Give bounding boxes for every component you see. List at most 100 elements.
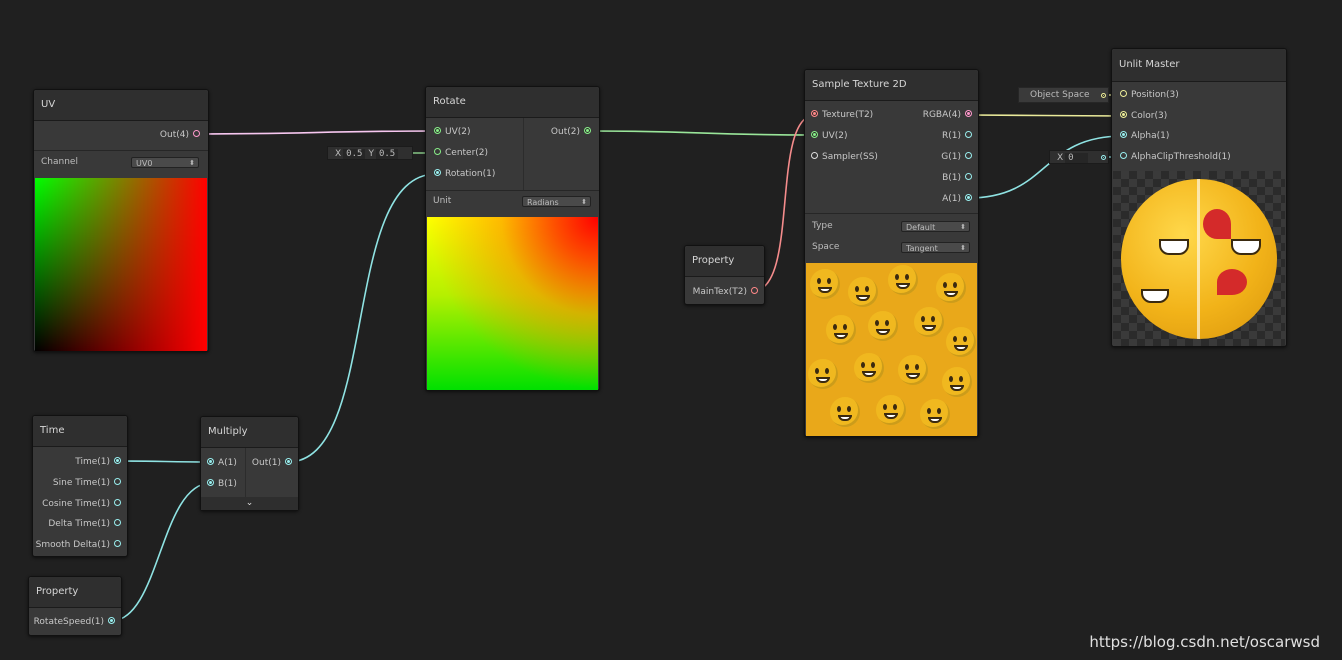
center-y-value[interactable]: 0.5 bbox=[375, 149, 399, 159]
updown-arrow-icon: ⬍ bbox=[581, 198, 587, 206]
multiply-node-title: Multiply bbox=[201, 417, 298, 448]
alpha-clip-threshold-field[interactable]: X0 bbox=[1049, 150, 1109, 164]
port-dot-icon[interactable] bbox=[207, 458, 214, 465]
rotatespeed-out-port[interactable]: RotateSpeed(1) bbox=[34, 612, 119, 632]
port-dot-icon[interactable] bbox=[285, 458, 292, 465]
unlit-master-node[interactable]: Unlit Master Position(3) Color(3) Alpha(… bbox=[1111, 48, 1287, 347]
wire-uv-to-rotate bbox=[197, 130, 437, 135]
master-alphaclip-port[interactable]: AlphaClipThreshold(1) bbox=[1116, 147, 1231, 167]
position-space-field[interactable]: Object Space bbox=[1018, 87, 1109, 103]
sample-r-port[interactable]: R(1) bbox=[942, 126, 976, 146]
time-node[interactable]: Time Time(1) Sine Time(1) Cosine Time(1)… bbox=[32, 415, 128, 557]
master-preview bbox=[1113, 171, 1285, 346]
wire-multiply-to-rotation bbox=[287, 173, 437, 463]
sample-uv-port[interactable]: UV(2) bbox=[807, 126, 848, 146]
port-dot-icon[interactable] bbox=[965, 152, 972, 159]
port-dot-icon[interactable] bbox=[811, 152, 818, 159]
sample-texture-2d-node[interactable]: Sample Texture 2D Texture(T2) UV(2) Samp… bbox=[804, 69, 979, 437]
master-color-port[interactable]: Color(3) bbox=[1116, 106, 1167, 126]
sample-type-label: Type bbox=[812, 221, 833, 231]
port-dot-icon[interactable] bbox=[751, 287, 758, 294]
uv-node[interactable]: UV Out(4) Channel UV0 ⬍ bbox=[33, 89, 209, 352]
sample-sampler-port[interactable]: Sampler(SS) bbox=[807, 147, 878, 167]
port-dot-icon[interactable] bbox=[811, 131, 818, 138]
sample-rgba-port[interactable]: RGBA(4) bbox=[923, 105, 976, 125]
wire-a-to-alpha bbox=[967, 135, 1124, 199]
property-rotatespeed-node[interactable]: Property RotateSpeed(1) bbox=[28, 576, 122, 636]
rotate-unit-label: Unit bbox=[433, 196, 452, 206]
time-out-delta[interactable]: Delta Time(1) bbox=[48, 514, 125, 534]
port-dot-icon[interactable] bbox=[1120, 111, 1127, 118]
rotate-center-field[interactable]: X 0.5 Y 0.5 bbox=[327, 146, 413, 160]
sample-a-port[interactable]: A(1) bbox=[942, 189, 976, 209]
multiply-b-port[interactable]: B(1) bbox=[203, 474, 237, 494]
center-x-value[interactable]: 0.5 bbox=[343, 149, 366, 159]
rotate-node[interactable]: Rotate UV(2) Center(2) Rotation(1) Out(2… bbox=[425, 86, 600, 391]
property-node-title: Property bbox=[29, 577, 121, 608]
port-dot-icon[interactable] bbox=[114, 457, 121, 464]
alpha-clip-value[interactable]: 0 bbox=[1065, 153, 1088, 163]
sample-space-label: Space bbox=[812, 242, 840, 252]
sample-type-dropdown[interactable]: Default ⬍ bbox=[901, 221, 970, 232]
uv-out-port[interactable]: Out(4) bbox=[160, 125, 204, 145]
sample-b-port[interactable]: B(1) bbox=[942, 168, 976, 188]
rotate-rotation-port[interactable]: Rotation(1) bbox=[430, 164, 495, 184]
rotate-preview bbox=[427, 217, 598, 390]
port-dot-icon[interactable] bbox=[584, 127, 591, 134]
port-dot-icon[interactable] bbox=[114, 540, 121, 547]
wire-rotate-to-sample-uv bbox=[589, 130, 816, 136]
port-dot-icon[interactable] bbox=[434, 127, 441, 134]
updown-arrow-icon: ⬍ bbox=[960, 244, 966, 252]
port-dot-icon[interactable] bbox=[811, 110, 818, 117]
sample-g-port[interactable]: G(1) bbox=[941, 147, 976, 167]
port-dot-icon[interactable] bbox=[193, 130, 200, 137]
port-dot-icon[interactable] bbox=[434, 169, 441, 176]
watermark-url: https://blog.csdn.net/oscarwsd bbox=[1089, 633, 1320, 651]
multiply-a-port[interactable]: A(1) bbox=[203, 453, 237, 473]
rotate-unit-dropdown[interactable]: Radians ⬍ bbox=[522, 196, 591, 207]
rotate-uv-port[interactable]: UV(2) bbox=[430, 122, 471, 142]
port-dot-icon[interactable] bbox=[434, 148, 441, 155]
uv-channel-dropdown[interactable]: UV0 ⬍ bbox=[131, 157, 199, 168]
time-node-title: Time bbox=[33, 416, 127, 447]
port-dot-icon[interactable] bbox=[965, 194, 972, 201]
wire-rgba-to-color bbox=[967, 114, 1124, 117]
time-out-smooth-delta[interactable]: Smooth Delta(1) bbox=[36, 535, 125, 555]
port-dot-icon bbox=[1101, 93, 1106, 98]
maintex-out-port[interactable]: MainTex(T2) bbox=[693, 282, 762, 302]
sphere-preview bbox=[1121, 179, 1277, 339]
port-dot-icon bbox=[1101, 155, 1106, 160]
port-dot-icon[interactable] bbox=[1120, 152, 1127, 159]
expand-chevron-icon[interactable]: ⌄ bbox=[201, 497, 298, 510]
wire-time-to-multiply-a bbox=[117, 460, 212, 463]
port-dot-icon[interactable] bbox=[108, 617, 115, 624]
sample-space-dropdown[interactable]: Tangent ⬍ bbox=[901, 242, 970, 253]
port-dot-icon[interactable] bbox=[1120, 131, 1127, 138]
property-node-title: Property bbox=[685, 246, 764, 277]
rotate-out-port[interactable]: Out(2) bbox=[551, 122, 595, 142]
sample-texture-port[interactable]: Texture(T2) bbox=[807, 105, 873, 125]
port-dot-icon[interactable] bbox=[114, 478, 121, 485]
master-position-port[interactable]: Position(3) bbox=[1116, 85, 1179, 105]
property-maintex-node[interactable]: Property MainTex(T2) bbox=[684, 245, 765, 305]
time-out-time[interactable]: Time(1) bbox=[75, 452, 125, 472]
port-dot-icon[interactable] bbox=[114, 519, 121, 526]
rotate-center-port[interactable]: Center(2) bbox=[430, 143, 488, 163]
master-node-title: Unlit Master bbox=[1112, 49, 1286, 82]
port-dot-icon[interactable] bbox=[207, 479, 214, 486]
sample-node-title: Sample Texture 2D bbox=[805, 70, 978, 101]
master-alpha-port[interactable]: Alpha(1) bbox=[1116, 126, 1169, 146]
multiply-out-port[interactable]: Out(1) bbox=[252, 453, 296, 473]
texture-preview bbox=[806, 263, 977, 436]
uv-node-title: UV bbox=[34, 90, 208, 121]
port-dot-icon[interactable] bbox=[1120, 90, 1127, 97]
multiply-node[interactable]: Multiply A(1) B(1) Out(1) ⌄ bbox=[200, 416, 299, 511]
uv-out-label: Out(4) bbox=[159, 130, 189, 140]
time-out-sine[interactable]: Sine Time(1) bbox=[53, 473, 125, 493]
port-dot-icon[interactable] bbox=[114, 499, 121, 506]
port-dot-icon[interactable] bbox=[965, 110, 972, 117]
time-out-cosine[interactable]: Cosine Time(1) bbox=[42, 494, 125, 514]
port-dot-icon[interactable] bbox=[965, 131, 972, 138]
rotate-node-title: Rotate bbox=[426, 87, 599, 118]
port-dot-icon[interactable] bbox=[965, 173, 972, 180]
